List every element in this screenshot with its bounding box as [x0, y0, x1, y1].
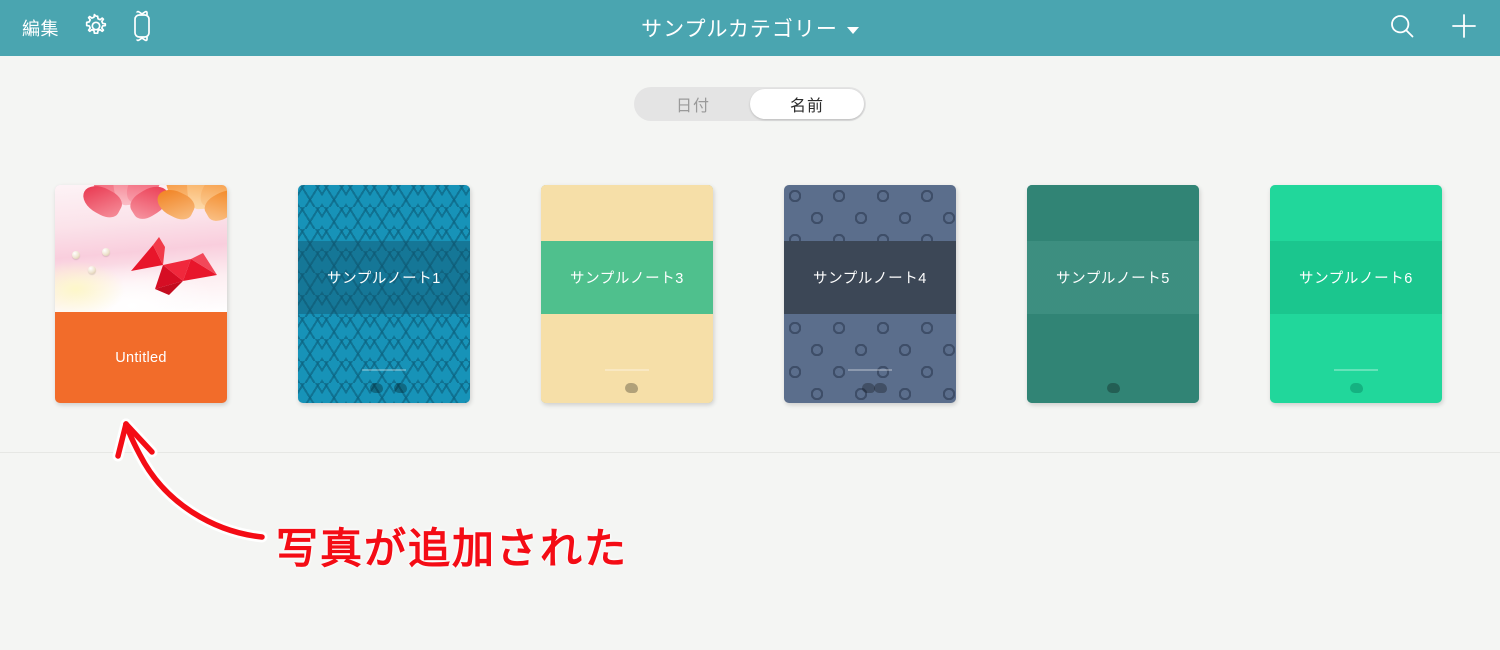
notebook-card-6[interactable]: サンプルノート6	[1270, 185, 1442, 403]
mark-line	[848, 369, 892, 371]
app-header: 編集 サンプルカテゴリー	[0, 0, 1500, 56]
device-button[interactable]	[119, 0, 165, 56]
plus-icon	[1449, 11, 1479, 46]
lower-panel	[0, 453, 1500, 650]
notebook-sync-marks	[784, 367, 956, 395]
sort-segmented-control[interactable]: 日付 名前	[634, 87, 866, 121]
notebook-card-3[interactable]: サンプルノート3	[541, 185, 713, 403]
add-note-button[interactable]	[1444, 8, 1484, 48]
cloud-blob-icon	[1107, 383, 1120, 393]
notebook-title-band: サンプルノート4	[784, 241, 956, 314]
notebook-title: Untitled	[115, 349, 167, 366]
mark-line	[605, 369, 649, 371]
search-button[interactable]	[1382, 8, 1422, 48]
app-screen: 編集 サンプルカテゴリー 日付 名前 Untitled サンプルノート1 サンプ…	[0, 0, 1500, 650]
cloud-blob-icon	[874, 383, 887, 393]
notebook-title: サンプルノート5	[1056, 271, 1170, 287]
cloud-blob-icon	[1350, 383, 1363, 393]
pearl-bead	[88, 266, 96, 274]
notebook-grid: Untitled サンプルノート1 サンプルノート3 サンプルノート4 サンプル…	[55, 185, 1442, 403]
sort-control-wrapper: 日付 名前	[0, 87, 1500, 121]
notebook-sync-marks	[298, 367, 470, 395]
section-divider	[0, 452, 1500, 453]
notebook-sync-marks	[1027, 367, 1199, 395]
chevron-down-icon	[846, 26, 859, 34]
origami-crane	[125, 231, 221, 301]
sort-option-name[interactable]: 名前	[750, 89, 864, 119]
pearl-bead	[72, 251, 80, 259]
notebook-title-band: サンプルノート5	[1027, 241, 1199, 314]
cloud-blob-icon	[370, 383, 383, 393]
notebook-title-band: Untitled	[55, 312, 227, 403]
notebook-sync-marks	[541, 367, 713, 395]
cloud-blob-icon	[625, 383, 638, 393]
notebook-card-1[interactable]: サンプルノート1	[298, 185, 470, 403]
notebook-title-band: サンプルノート6	[1270, 241, 1442, 314]
notebook-sync-marks	[1270, 367, 1442, 395]
header-center-group: サンプルカテゴリー	[0, 0, 1500, 56]
edit-button-label: 編集	[22, 19, 59, 39]
edit-button[interactable]: 編集	[18, 0, 73, 56]
mark-line	[1334, 369, 1378, 371]
notebook-title: サンプルノート1	[327, 271, 441, 287]
header-left-group: 編集	[0, 0, 165, 56]
sort-option-date[interactable]: 日付	[636, 89, 750, 119]
notebook-card-4[interactable]: サンプルノート4	[784, 185, 956, 403]
page-title: サンプルカテゴリー	[641, 18, 838, 41]
smartwatch-icon	[131, 10, 153, 47]
notebook-title: サンプルノート3	[570, 271, 684, 287]
header-right-group	[1382, 0, 1484, 56]
notebook-cover-photo	[55, 185, 227, 312]
category-title-button[interactable]: サンプルカテゴリー	[641, 13, 859, 43]
notebook-card-5[interactable]: サンプルノート5	[1027, 185, 1199, 403]
cloud-blob-icon	[394, 383, 407, 393]
settings-button[interactable]	[73, 0, 119, 56]
notebook-title-band: サンプルノート1	[298, 241, 470, 314]
pearl-bead	[102, 248, 110, 256]
annotation-label: 写真が追加された	[276, 525, 629, 572]
notebook-title: サンプルノート4	[813, 271, 927, 287]
notebook-title-band: サンプルノート3	[541, 241, 713, 314]
search-icon	[1388, 12, 1416, 45]
gear-icon	[83, 13, 109, 44]
notebook-title: サンプルノート6	[1299, 271, 1413, 287]
notebook-card-untitled[interactable]: Untitled	[55, 185, 227, 403]
mark-line	[362, 369, 406, 371]
